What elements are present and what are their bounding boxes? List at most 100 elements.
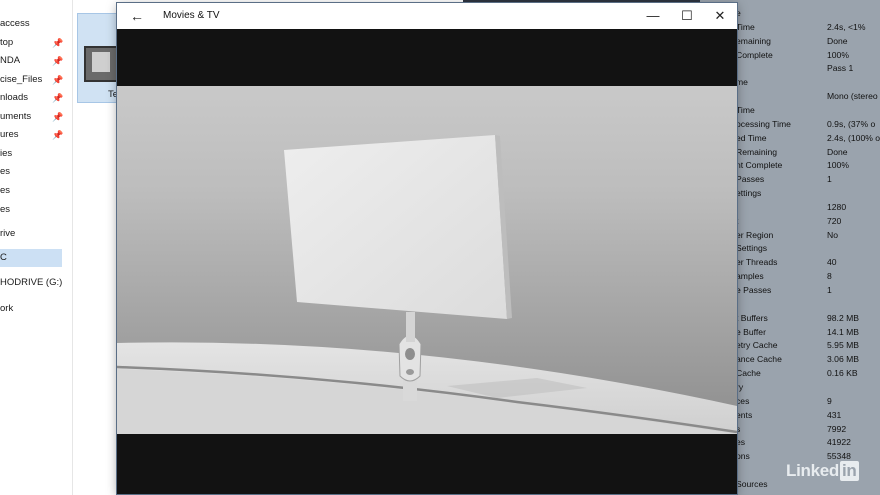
render-info-label: e Passes xyxy=(736,285,772,295)
render-info-value: 0.9s, (37% o xyxy=(827,118,876,129)
render-info-value: 2.4s, (100% o xyxy=(827,132,880,143)
nav-item-label: C xyxy=(0,252,7,263)
video-player-surface[interactable] xyxy=(117,29,737,494)
movies-tv-window: ← Movies & TV — ☐ ✕ xyxy=(117,3,737,494)
pin-icon: 📌 xyxy=(52,130,64,140)
nav-item[interactable]: cise_Files 📌 xyxy=(0,71,70,89)
render-info-value: 40 xyxy=(827,257,837,268)
render-info-value: 7992 xyxy=(827,423,847,434)
render-info-value: 5.95 MB xyxy=(827,340,860,351)
pin-icon: 📌 xyxy=(52,56,64,66)
render-info-label: Passes xyxy=(736,174,765,185)
render-info-label: t Buffers xyxy=(736,312,768,323)
render-info-value: 9 xyxy=(827,395,832,406)
nav-item[interactable]: NDA 📌 xyxy=(0,52,70,70)
nav-item[interactable]: es xyxy=(0,182,70,200)
nav-item-label: uments xyxy=(0,111,32,122)
render-info-value: 100% xyxy=(827,49,849,60)
nav-item[interactable]: ures 📌 xyxy=(0,126,70,144)
render-info-label: e Buffer xyxy=(736,326,766,337)
render-info-label: ed Time xyxy=(736,132,767,143)
nav-item-label: es xyxy=(0,166,11,177)
nav-item[interactable]: es xyxy=(0,163,70,181)
watermark-text: Linked xyxy=(786,461,839,480)
nav-item-label: es xyxy=(0,204,11,215)
render-info-value: Done xyxy=(827,35,848,46)
nav-item-label: ies xyxy=(0,148,13,159)
nav-item[interactable]: access xyxy=(0,15,70,33)
render-info-value: 41922 xyxy=(827,437,851,448)
nav-item[interactable]: ork xyxy=(0,300,70,318)
render-info-value: 3.06 MB xyxy=(827,354,860,365)
render-info-value: 720 xyxy=(827,215,842,226)
pin-icon: 📌 xyxy=(52,112,64,122)
sign-board xyxy=(284,135,507,319)
nav-item-label: ures xyxy=(0,129,19,140)
nav-item[interactable]: uments 📌 xyxy=(0,108,70,126)
render-info-value: 1 xyxy=(827,174,832,185)
render-info-label: es xyxy=(736,437,746,448)
render-info-value: Mono (stereo xyxy=(827,91,878,102)
render-info-label: me xyxy=(736,77,748,88)
render-info-label: Settings xyxy=(736,243,768,254)
minimize-button[interactable]: — xyxy=(636,3,670,29)
render-info-label: emaining xyxy=(736,35,771,46)
render-info-label: Time xyxy=(736,104,755,115)
render-info-label: Cache xyxy=(736,368,761,379)
render-info-value: 100% xyxy=(827,160,849,171)
nav-item-label: access xyxy=(0,18,30,29)
nav-item[interactable]: rive xyxy=(0,225,70,243)
pin-icon: 📌 xyxy=(52,38,64,48)
film-icon xyxy=(84,46,118,82)
render-info-label: Complete xyxy=(736,49,773,60)
render-info-label: ons xyxy=(736,451,750,462)
explorer-nav-pane: access top 📌 NDA 📌 cise_Files 📌 nloads 📌 uments 📌 u… xyxy=(0,0,73,495)
close-button[interactable]: ✕ xyxy=(703,3,737,29)
render-info-label: er Threads xyxy=(736,257,778,268)
pin-icon: 📌 xyxy=(52,93,64,103)
render-info-label: nt Complete xyxy=(736,160,783,171)
pin-icon: 📌 xyxy=(52,75,64,85)
rendered-scene xyxy=(117,135,737,434)
watermark-in-box: in xyxy=(840,461,859,481)
back-arrow-icon[interactable]: ← xyxy=(125,5,149,27)
stand-arm xyxy=(406,312,415,342)
window-title: Movies & TV xyxy=(163,10,220,21)
render-info-value: Done xyxy=(827,146,848,157)
render-info-label: ry xyxy=(736,381,744,392)
clamp-joint xyxy=(406,369,414,375)
render-info-label: ents xyxy=(736,409,753,420)
nav-item[interactable]: es xyxy=(0,201,70,219)
render-info-label: amples xyxy=(736,271,764,282)
nav-item[interactable]: nloads 📌 xyxy=(0,89,70,107)
render-info-value: 431 xyxy=(827,409,842,420)
render-info-value: 98.2 MB xyxy=(827,312,860,323)
nav-item[interactable]: ies xyxy=(0,145,70,163)
render-info-label: er Region xyxy=(736,229,774,240)
render-info-label: ettings xyxy=(736,188,762,199)
maximize-button[interactable]: ☐ xyxy=(670,3,704,29)
video-frame xyxy=(117,86,737,434)
render-info-label: ces xyxy=(736,395,750,406)
clamp-hole xyxy=(405,348,415,360)
render-info-label: ocessing Time xyxy=(736,118,791,129)
nav-item-label: HODRIVE (G:) xyxy=(0,277,63,288)
nav-item-label: nloads xyxy=(0,92,28,103)
render-info-value: No xyxy=(827,229,838,240)
render-info-value: 0.16 KB xyxy=(827,368,858,379)
linkedin-watermark: Linked in xyxy=(786,461,859,481)
render-info-label: ance Cache xyxy=(736,354,782,365)
nav-item-label: NDA xyxy=(0,55,21,66)
render-info-value: 1280 xyxy=(827,201,847,212)
nav-item[interactable]: HODRIVE (G:) xyxy=(0,274,70,292)
nav-item-label: cise_Files xyxy=(0,74,43,85)
nav-item[interactable]: C xyxy=(0,249,62,267)
render-info-value: 14.1 MB xyxy=(827,326,860,337)
nav-item-label: rive xyxy=(0,228,16,239)
render-info-value: Pass 1 xyxy=(827,63,854,74)
title-bar[interactable]: ← Movies & TV — ☐ ✕ xyxy=(117,3,737,29)
nav-item-label: ork xyxy=(0,303,14,314)
render-info-value: 8 xyxy=(827,271,832,282)
nav-item[interactable]: top 📌 xyxy=(0,34,70,52)
render-info-label: Sources xyxy=(736,478,768,489)
